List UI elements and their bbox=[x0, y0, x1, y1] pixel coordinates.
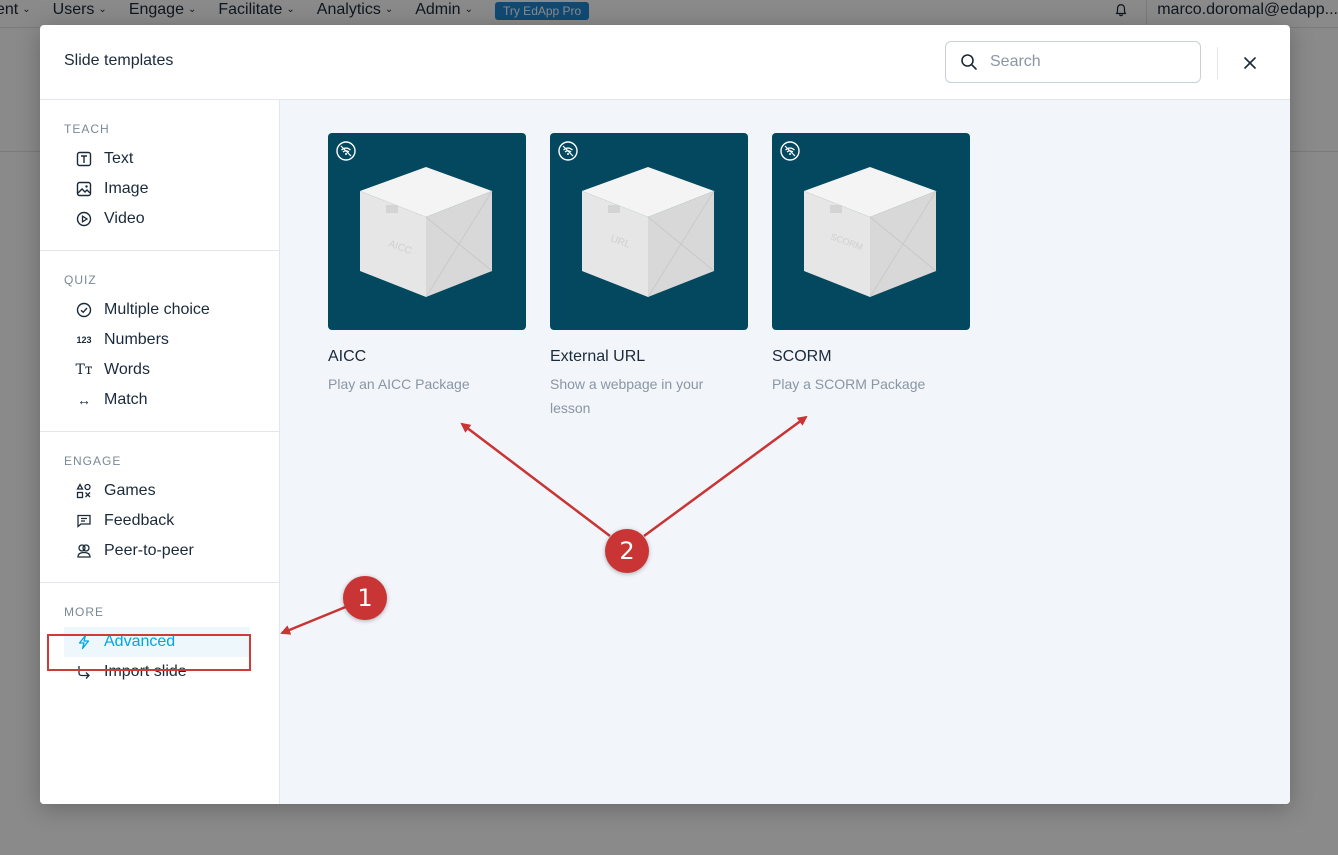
section-teach: TEACH Text Image Video bbox=[40, 100, 279, 251]
sidebar-item-label: Multiple choice bbox=[104, 301, 210, 318]
template-description: Show a webpage in your lesson bbox=[550, 376, 704, 416]
section-title: QUIZ bbox=[64, 273, 97, 287]
template-description: Play an AICC Package bbox=[328, 376, 470, 392]
sidebar-item-feedback[interactable]: Feedback bbox=[40, 506, 279, 536]
template-card-aicc[interactable]: AICC AICC Play an AICC Package bbox=[328, 133, 526, 396]
template-title: External URL bbox=[550, 348, 646, 365]
package-box-icon: AICC bbox=[360, 167, 493, 298]
template-title: AICC bbox=[328, 348, 367, 365]
sidebar-item-label: Text bbox=[104, 150, 134, 167]
search-box[interactable] bbox=[945, 41, 1201, 83]
check-circle-icon bbox=[76, 302, 92, 318]
sidebar-item-image[interactable]: Image bbox=[40, 174, 279, 204]
template-grid: AICC AICC Play an AICC Package URL Exter… bbox=[280, 100, 1290, 804]
step-1-marker: 1 bbox=[343, 576, 387, 620]
search-icon bbox=[961, 54, 977, 70]
modal-title: Slide templates bbox=[64, 52, 174, 69]
video-icon bbox=[76, 211, 92, 227]
template-thumbnail: SCORM bbox=[772, 133, 970, 330]
offline-wifi-icon bbox=[336, 141, 356, 161]
sidebar-item-match[interactable]: ↔ Match bbox=[40, 385, 279, 415]
close-button[interactable] bbox=[1239, 52, 1261, 74]
advanced-highlight-box bbox=[47, 634, 251, 671]
template-card-external-url[interactable]: URL External URL Show a webpage in your … bbox=[550, 133, 748, 420]
slide-templates-modal: Slide templates TEACH Text Image Video bbox=[40, 25, 1290, 804]
sidebar-item-label: Words bbox=[104, 361, 150, 378]
close-icon bbox=[1244, 57, 1256, 69]
sidebar-item-games[interactable]: Games bbox=[40, 476, 279, 506]
section-quiz: QUIZ Multiple choice 123 Numbers Tт Word… bbox=[40, 251, 279, 432]
template-title: SCORM bbox=[772, 348, 832, 365]
sidebar-item-label: Video bbox=[104, 210, 145, 227]
peer-icon bbox=[76, 543, 92, 559]
sidebar-item-video[interactable]: Video bbox=[40, 204, 279, 234]
template-thumbnail: URL bbox=[550, 133, 748, 330]
sidebar-item-text[interactable]: Text bbox=[40, 144, 279, 174]
template-thumbnail: AICC bbox=[328, 133, 526, 330]
image-icon bbox=[76, 181, 92, 197]
template-description: Play a SCORM Package bbox=[772, 376, 926, 392]
sidebar-item-label: Games bbox=[104, 482, 156, 499]
sidebar-item-label: Image bbox=[104, 180, 149, 197]
template-category-sidebar: TEACH Text Image Video QUIZ Multiple cho… bbox=[40, 100, 280, 804]
offline-wifi-icon bbox=[780, 141, 800, 161]
match-arrows-icon: ↔ bbox=[77, 392, 91, 408]
games-icon bbox=[76, 483, 92, 499]
text-icon bbox=[76, 151, 92, 167]
offline-wifi-icon bbox=[558, 141, 578, 161]
modal-header: Slide templates bbox=[40, 25, 1290, 100]
step-2-marker: 2 bbox=[605, 529, 649, 573]
sidebar-item-words[interactable]: Tт Words bbox=[40, 355, 279, 385]
template-card-scorm[interactable]: SCORM SCORM Play a SCORM Package bbox=[772, 133, 970, 396]
sidebar-item-peer-to-peer[interactable]: Peer-to-peer bbox=[40, 536, 279, 566]
header-divider bbox=[1217, 47, 1218, 79]
sidebar-item-label: Numbers bbox=[104, 331, 169, 348]
section-title: TEACH bbox=[64, 122, 110, 136]
section-engage: ENGAGE Games Feedback Peer-to-peer bbox=[40, 432, 279, 583]
sidebar-item-numbers[interactable]: 123 Numbers bbox=[40, 325, 279, 355]
section-title: MORE bbox=[64, 605, 104, 619]
feedback-icon bbox=[76, 513, 92, 529]
package-box-icon: SCORM bbox=[804, 167, 937, 298]
section-title: ENGAGE bbox=[64, 454, 122, 468]
sidebar-item-label: Match bbox=[104, 391, 148, 408]
numbers-icon: 123 bbox=[76, 335, 92, 345]
package-box-icon: URL bbox=[582, 167, 715, 298]
sidebar-item-label: Feedback bbox=[104, 512, 175, 529]
sidebar-item-multiple-choice[interactable]: Multiple choice bbox=[40, 295, 279, 325]
search-input[interactable] bbox=[990, 53, 1190, 71]
words-icon: Tт bbox=[75, 362, 93, 378]
sidebar-item-label: Peer-to-peer bbox=[104, 542, 194, 559]
